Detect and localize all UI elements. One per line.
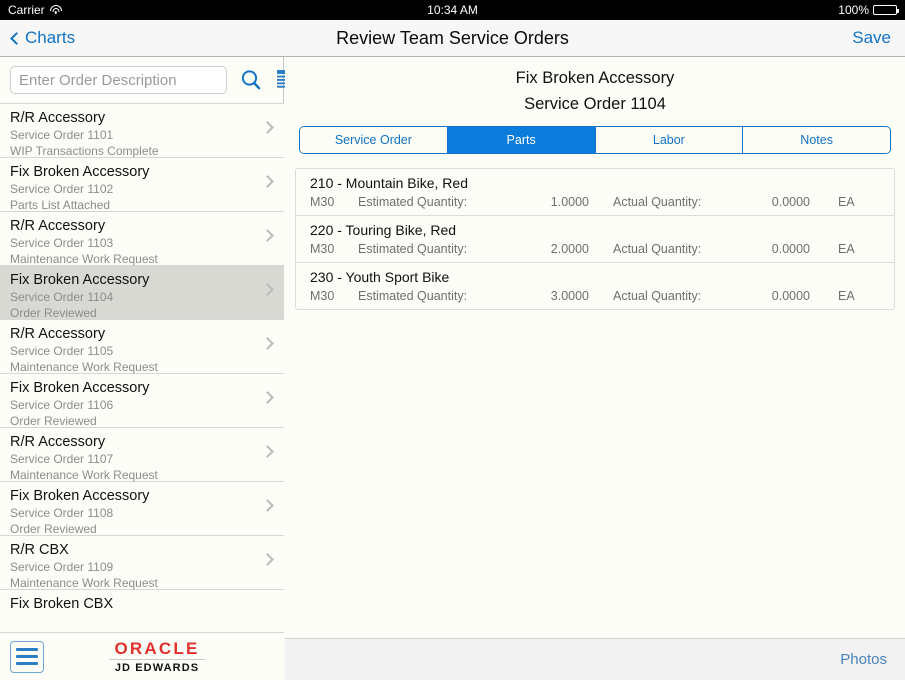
- battery-full-icon: [873, 5, 899, 15]
- unit-of-measure: EA: [838, 289, 855, 303]
- list-item-status: Order Reviewed: [10, 522, 97, 536]
- list-item-order: Service Order 1102: [10, 182, 114, 196]
- part-name: 220 - Touring Bike, Red: [310, 222, 457, 238]
- list-item-order: Service Order 1109: [10, 560, 114, 574]
- list-item-status: Maintenance Work Request: [10, 576, 158, 590]
- list-item[interactable]: R/R Accessory Service Order 1101 WIP Tra…: [0, 104, 284, 158]
- list-item-title: Fix Broken Accessory: [10, 380, 150, 396]
- table-row[interactable]: 210 - Mountain Bike, Red M30 Estimated Q…: [296, 169, 894, 216]
- list-item-title: Fix Broken Accessory: [10, 164, 150, 180]
- detail-subtitle: Service Order 1104: [524, 95, 666, 113]
- estimated-quantity-value: 1.0000: [550, 195, 589, 209]
- detail-header: Fix Broken Accessory Service Order 1104: [285, 57, 905, 117]
- photos-button[interactable]: Photos: [840, 651, 887, 668]
- part-detail-columns: M30 Estimated Quantity: 2.0000 Actual Qu…: [296, 240, 894, 258]
- actual-quantity-value: 0.0000: [771, 195, 810, 209]
- actual-quantity-label: Actual Quantity:: [613, 289, 702, 303]
- detail-tabs[interactable]: Service Order Parts Labor Notes: [299, 126, 891, 154]
- list-item-status: Order Reviewed: [10, 414, 97, 428]
- table-row[interactable]: 220 - Touring Bike, Red M30 Estimated Qu…: [296, 216, 894, 263]
- list-item-order: Service Order 1105: [10, 344, 114, 358]
- tab-labor[interactable]: Labor: [595, 127, 744, 153]
- list-item-title: R/R Accessory: [10, 326, 106, 342]
- oracle-wordmark: ORACLE: [114, 639, 200, 658]
- status-bar-time: 10:34 AM: [427, 3, 478, 17]
- list-item-status: Maintenance Work Request: [10, 360, 158, 374]
- detail-title: Fix Broken Accessory: [515, 69, 675, 87]
- list-item-order: Service Order 1104: [10, 290, 114, 304]
- part-name: 210 - Mountain Bike, Red: [310, 175, 468, 191]
- list-item[interactable]: R/R Accessory Service Order 1103 Mainten…: [0, 212, 284, 266]
- list-item-title: R/R Accessory: [10, 218, 106, 234]
- list-item-title: R/R Accessory: [10, 434, 106, 450]
- search-bar: [0, 57, 299, 103]
- estimated-quantity-label: Estimated Quantity:: [358, 242, 468, 256]
- list-item-status: Order Reviewed: [10, 306, 97, 320]
- search-icon[interactable]: [239, 68, 263, 92]
- parts-table: 210 - Mountain Bike, Red M30 Estimated Q…: [295, 168, 895, 310]
- part-um: M30: [310, 195, 335, 209]
- list-item-title: Fix Broken CBX: [10, 596, 114, 612]
- list-item-status: Parts List Attached: [10, 198, 111, 212]
- list-item-order: Service Order 1101: [10, 128, 114, 142]
- list-item[interactable]: Fix Broken Accessory Service Order 1106 …: [0, 374, 284, 428]
- detail-footer-toolbar: Photos: [285, 638, 905, 680]
- ipad-app-screen: Carrier 10:34 AM 100% Charts Review Team…: [0, 0, 905, 680]
- hamburger-menu-icon[interactable]: [10, 640, 44, 673]
- tab-parts[interactable]: Parts: [447, 127, 596, 153]
- list-item[interactable]: R/R CBX Service Order 1109 Maintenance W…: [0, 536, 284, 590]
- list-item-status: WIP Transactions Complete: [10, 144, 159, 158]
- tab-service-order[interactable]: Service Order: [300, 127, 448, 153]
- actual-quantity-value: 0.0000: [771, 289, 810, 303]
- list-item-title: R/R CBX: [10, 542, 69, 558]
- unit-of-measure: EA: [838, 195, 855, 209]
- content-area: R/R Accessory Service Order 1101 WIP Tra…: [0, 57, 905, 680]
- list-item[interactable]: Fix Broken Accessory Service Order 1102 …: [0, 158, 284, 212]
- table-row[interactable]: 230 - Youth Sport Bike M30 Estimated Qua…: [296, 263, 894, 309]
- battery-percent-label: 100%: [838, 3, 869, 17]
- part-um: M30: [310, 289, 335, 303]
- tab-notes[interactable]: Notes: [743, 127, 890, 153]
- detail-pane: Fix Broken Accessory Service Order 1104 …: [285, 57, 905, 680]
- jd-edwards-label: JD EDWARDS: [114, 662, 200, 674]
- estimated-quantity-value: 2.0000: [550, 242, 589, 256]
- list-item-status: Maintenance Work Request: [10, 468, 158, 482]
- estimated-quantity-label: Estimated Quantity:: [358, 289, 468, 303]
- list-item-order: Service Order 1107: [10, 452, 114, 466]
- list-item[interactable]: Fix Broken Accessory Service Order 1108 …: [0, 482, 284, 536]
- part-detail-columns: M30 Estimated Quantity: 1.0000 Actual Qu…: [296, 193, 894, 211]
- actual-quantity-label: Actual Quantity:: [613, 242, 702, 256]
- actual-quantity-label: Actual Quantity:: [613, 195, 702, 209]
- list-item-order: Service Order 1106: [10, 398, 114, 412]
- estimated-quantity-label: Estimated Quantity:: [358, 195, 468, 209]
- part-um: M30: [310, 242, 335, 256]
- page-title: Review Team Service Orders: [336, 27, 569, 48]
- part-name: 230 - Youth Sport Bike: [310, 269, 450, 285]
- actual-quantity-value: 0.0000: [771, 242, 810, 256]
- status-bar: Carrier 10:34 AM 100%: [0, 0, 905, 20]
- list-item-status: Maintenance Work Request: [10, 252, 158, 266]
- part-detail-columns: M30 Estimated Quantity: 3.0000 Actual Qu…: [296, 287, 894, 305]
- estimated-quantity-value: 3.0000: [550, 289, 589, 303]
- list-item[interactable]: R/R Accessory Service Order 1107 Mainten…: [0, 428, 284, 482]
- status-bar-right: 100%: [838, 3, 899, 17]
- unit-of-measure: EA: [838, 242, 855, 256]
- brand-logo: ORACLE JD EDWARDS: [44, 639, 270, 674]
- search-input[interactable]: [10, 66, 227, 94]
- list-item-order: Service Order 1103: [10, 236, 114, 250]
- service-order-list[interactable]: R/R Accessory Service Order 1101 WIP Tra…: [0, 103, 284, 680]
- navigation-bar: Charts Review Team Service Orders Save: [0, 20, 905, 57]
- list-item[interactable]: R/R Accessory Service Order 1105 Mainten…: [0, 320, 284, 374]
- list-item-title: R/R Accessory: [10, 110, 106, 126]
- save-button[interactable]: Save: [852, 28, 891, 48]
- list-item-title: Fix Broken Accessory: [10, 488, 150, 504]
- list-item-title: Fix Broken Accessory: [10, 272, 150, 288]
- brand-divider: [109, 659, 205, 660]
- master-pane: R/R Accessory Service Order 1101 WIP Tra…: [0, 57, 299, 680]
- list-item-selected[interactable]: Fix Broken Accessory Service Order 1104 …: [0, 266, 284, 320]
- list-item-order: Service Order 1108: [10, 506, 114, 520]
- master-footer: ORACLE JD EDWARDS: [0, 632, 284, 680]
